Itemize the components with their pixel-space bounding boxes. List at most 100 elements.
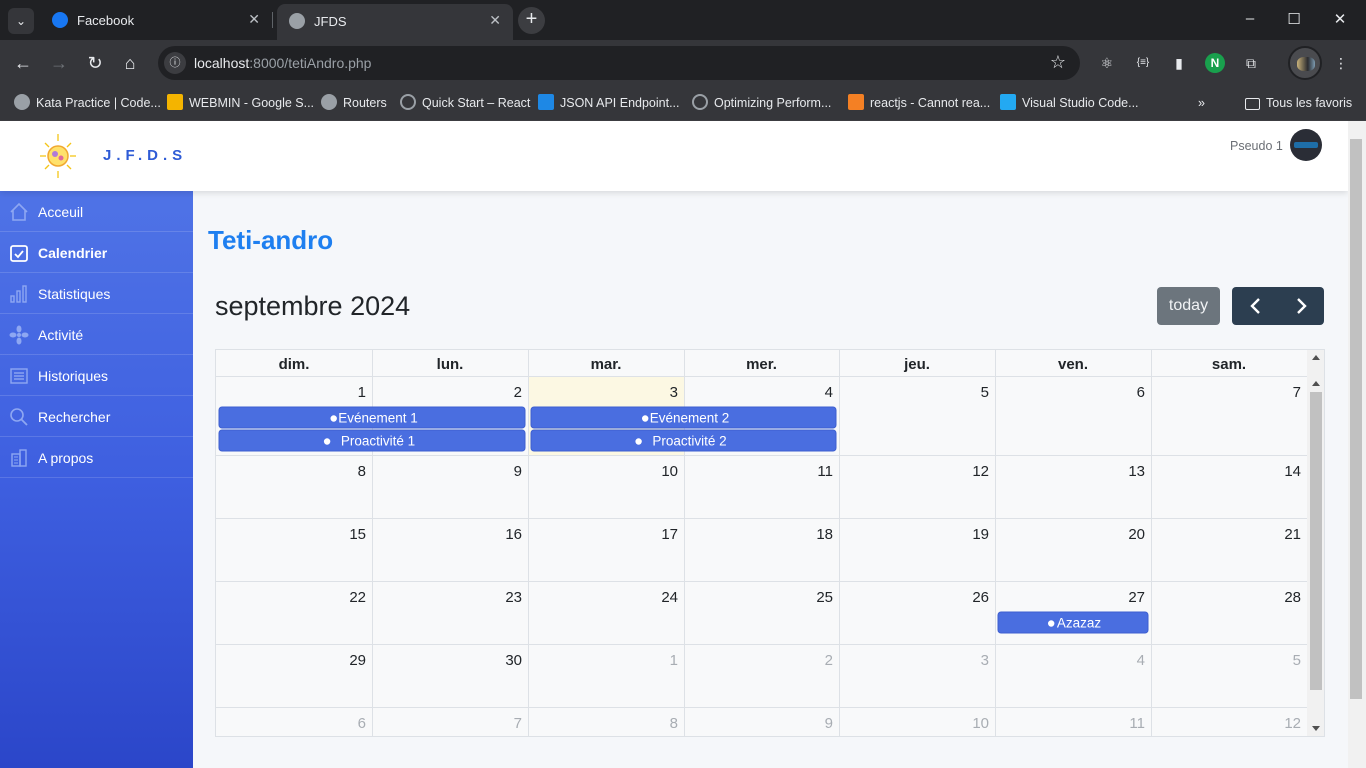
- day-number[interactable]: 4: [1137, 652, 1145, 669]
- day-number[interactable]: 9: [514, 463, 522, 480]
- minimize-icon[interactable]: –: [1240, 10, 1260, 27]
- event-title[interactable]: Evénement 1: [338, 411, 418, 426]
- day-number[interactable]: 17: [661, 526, 678, 543]
- day-number[interactable]: 3: [981, 652, 989, 669]
- day-number[interactable]: 15: [349, 526, 366, 543]
- calendar-scrollbar-thumb[interactable]: [1310, 392, 1322, 690]
- day-number[interactable]: 21: [1284, 526, 1301, 543]
- day-number[interactable]: 29: [349, 652, 366, 669]
- sidebar-item-activite[interactable]: Activité: [0, 314, 193, 355]
- json-extension-icon[interactable]: {≡}: [1133, 53, 1153, 73]
- bookmark-star-icon[interactable]: ☆: [1050, 52, 1066, 73]
- page-scrollbar[interactable]: [1348, 121, 1366, 768]
- json-api-icon: [538, 94, 554, 110]
- day-number[interactable]: 27: [1128, 589, 1145, 606]
- event-title[interactable]: Proactivité 1: [341, 434, 415, 449]
- day-number[interactable]: 2: [514, 384, 522, 401]
- day-number[interactable]: 10: [661, 463, 678, 480]
- bookmark-item[interactable]: Quick Start – React: [400, 93, 530, 113]
- home-browser-icon[interactable]: ⌂: [120, 53, 140, 73]
- n-extension-icon[interactable]: N: [1205, 53, 1225, 73]
- all-bookmarks-folder[interactable]: Tous les favoris: [1245, 93, 1352, 113]
- day-number[interactable]: 9: [825, 715, 833, 732]
- weekday-label: ven.: [1058, 356, 1088, 373]
- menu-kebab-icon[interactable]: ⋮: [1331, 53, 1351, 73]
- day-number[interactable]: 1: [358, 384, 366, 401]
- bookmark-item[interactable]: JSON API Endpoint...: [538, 93, 680, 113]
- day-number[interactable]: 7: [514, 715, 522, 732]
- event-title[interactable]: Proactivité 2: [652, 434, 726, 449]
- new-tab-button[interactable]: +: [518, 7, 545, 34]
- day-number[interactable]: 22: [349, 589, 366, 606]
- prev-month-button[interactable]: [1232, 287, 1278, 325]
- bookmark-item[interactable]: WEBMIN - Google S...: [167, 93, 314, 113]
- back-icon[interactable]: ←: [13, 53, 33, 73]
- day-number[interactable]: 18: [816, 526, 833, 543]
- sidebar-item-apropos[interactable]: A propos: [0, 437, 193, 478]
- day-number[interactable]: 30: [505, 652, 522, 669]
- close-icon[interactable]: ✕: [489, 12, 501, 29]
- sidebar-item-rechercher[interactable]: Rechercher: [0, 396, 193, 437]
- bookmark-item[interactable]: Kata Practice | Code...: [14, 93, 161, 113]
- day-number[interactable]: 7: [1293, 384, 1301, 401]
- stackoverflow-icon: [848, 94, 864, 110]
- url-text[interactable]: localhost:8000/tetiAndro.php: [194, 55, 371, 71]
- user-avatar[interactable]: [1290, 129, 1322, 161]
- close-icon[interactable]: ✕: [248, 11, 260, 28]
- day-number[interactable]: 4: [825, 384, 833, 401]
- tab-jfds[interactable]: JFDS ✕: [277, 4, 513, 40]
- day-number[interactable]: 12: [1284, 715, 1301, 732]
- day-number[interactable]: 5: [1293, 652, 1301, 669]
- day-number[interactable]: 8: [358, 463, 366, 480]
- bookmark-item[interactable]: Visual Studio Code...: [1000, 93, 1139, 113]
- vscode-icon: [1000, 94, 1016, 110]
- sidebar-item-statistiques[interactable]: Statistiques: [0, 273, 193, 314]
- profile-avatar[interactable]: [1288, 46, 1322, 80]
- today-button[interactable]: today: [1157, 287, 1220, 325]
- day-number[interactable]: 20: [1128, 526, 1145, 543]
- event-title[interactable]: Evénement 2: [650, 411, 730, 426]
- extensions-puzzle-icon[interactable]: ⧉: [1241, 53, 1261, 73]
- day-number[interactable]: 28: [1284, 589, 1301, 606]
- tab-facebook[interactable]: Facebook ✕: [40, 0, 272, 40]
- address-bar[interactable]: ⓘ localhost:8000/tetiAndro.php ☆: [158, 46, 1080, 80]
- site-info-icon[interactable]: ⓘ: [164, 52, 186, 74]
- forward-icon[interactable]: →: [49, 53, 69, 73]
- sidebar-item-calendrier[interactable]: Calendrier: [0, 232, 193, 273]
- day-number[interactable]: 1: [670, 652, 678, 669]
- day-number[interactable]: 26: [972, 589, 989, 606]
- react-devtools-icon[interactable]: ⚛: [1097, 53, 1117, 73]
- scrollbar-thumb[interactable]: [1350, 139, 1362, 699]
- day-number[interactable]: 11: [817, 463, 833, 480]
- day-number[interactable]: 6: [358, 715, 366, 732]
- day-number[interactable]: 25: [816, 589, 833, 606]
- clipboard-extension-icon[interactable]: ▮: [1169, 53, 1189, 73]
- reload-icon[interactable]: ↻: [85, 53, 105, 73]
- day-number[interactable]: 11: [1129, 715, 1145, 732]
- day-number[interactable]: 24: [661, 589, 678, 606]
- bookmark-item[interactable]: reactjs - Cannot rea...: [848, 93, 990, 113]
- day-number[interactable]: 2: [825, 652, 833, 669]
- day-number[interactable]: 10: [972, 715, 989, 732]
- day-number[interactable]: 8: [670, 715, 678, 732]
- day-number[interactable]: 19: [972, 526, 989, 543]
- day-number[interactable]: 3: [670, 384, 678, 401]
- event-title[interactable]: Azazaz: [1057, 616, 1102, 631]
- bookmark-item[interactable]: Optimizing Perform...: [692, 93, 831, 113]
- day-number[interactable]: 14: [1284, 463, 1301, 480]
- day-number[interactable]: 13: [1128, 463, 1145, 480]
- bookmark-item[interactable]: Routers: [321, 93, 387, 113]
- day-number[interactable]: 16: [505, 526, 522, 543]
- day-number[interactable]: 12: [972, 463, 989, 480]
- bookmarks-overflow-icon[interactable]: »: [1198, 93, 1205, 113]
- close-window-icon[interactable]: ✕: [1330, 10, 1350, 28]
- chevron-right-icon: [1297, 298, 1307, 314]
- day-number[interactable]: 6: [1137, 384, 1145, 401]
- maximize-icon[interactable]: ☐: [1284, 10, 1304, 28]
- day-number[interactable]: 23: [505, 589, 522, 606]
- sidebar-item-acceuil[interactable]: Acceuil: [0, 191, 193, 232]
- sidebar-item-historiques[interactable]: Historiques: [0, 355, 193, 396]
- day-number[interactable]: 5: [981, 384, 989, 401]
- next-month-button[interactable]: [1278, 287, 1324, 325]
- tab-search-button[interactable]: ⌄: [8, 8, 34, 34]
